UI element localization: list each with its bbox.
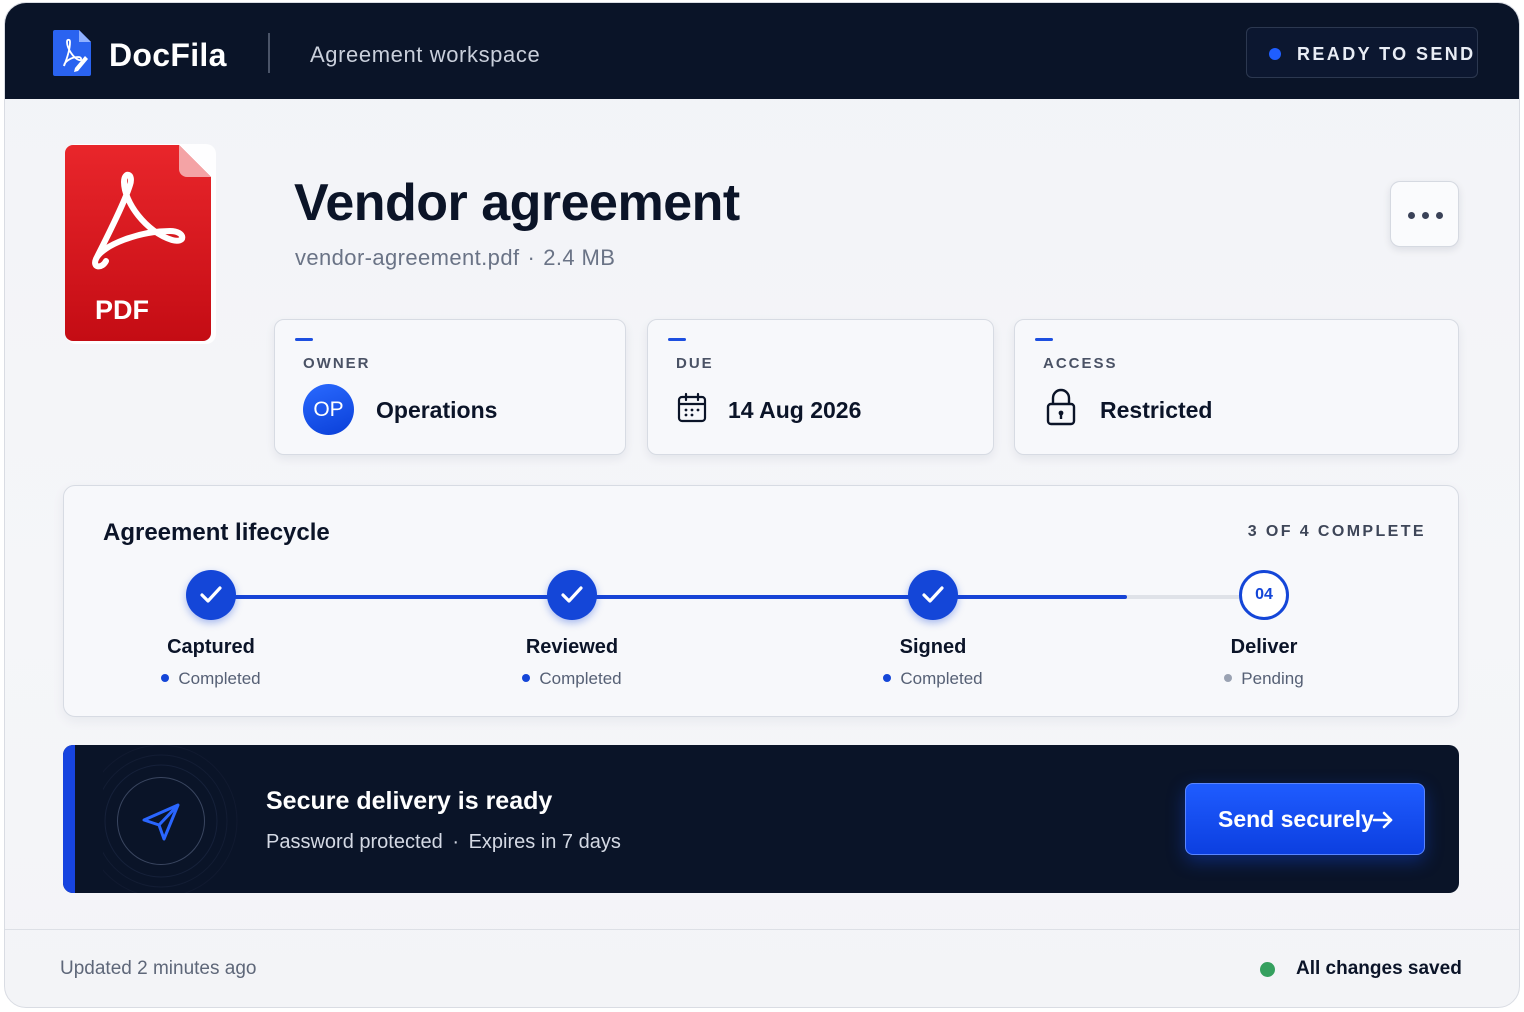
avatar: OP <box>303 384 354 435</box>
save-status-text: All changes saved <box>1296 958 1462 979</box>
agreement-lifecycle-panel: Agreement lifecycle 3 OF 4 COMPLETE Capt… <box>63 485 1459 717</box>
more-dot-icon <box>1436 212 1443 219</box>
access-value: Restricted <box>1100 397 1213 423</box>
state-dot-icon <box>161 674 170 682</box>
due-card: DUE 14 Aug 2026 <box>647 319 994 455</box>
send-icon-circle <box>117 777 205 865</box>
send-securely-button[interactable]: Send securely <box>1185 783 1425 855</box>
footer-divider <box>5 929 1519 930</box>
step-name: Reviewed <box>525 636 619 658</box>
workspace-title: Agreement workspace <box>310 42 541 67</box>
delivery-subtitle: Password protected · Expires in 7 days <box>266 831 621 854</box>
delivery-separator: · <box>452 831 459 853</box>
more-dot-icon <box>1422 212 1429 219</box>
owner-value: Operations <box>376 397 498 423</box>
step-complete-node <box>186 570 236 620</box>
step-captured[interactable]: Captured Completed <box>111 570 311 689</box>
banner-accent-edge <box>63 745 75 893</box>
step-deliver[interactable]: 04 Deliver Pending <box>1164 570 1364 689</box>
document-meta: vendor-agreement.pdf · 2.4 MB <box>295 245 615 271</box>
step-pending-node: 04 <box>1239 570 1289 620</box>
secure-delivery-banner: Secure delivery is ready Password protec… <box>63 745 1459 893</box>
step-state: Completed <box>833 669 1033 689</box>
step-state-text: Pending <box>1241 669 1304 688</box>
step-signed[interactable]: Signed Completed <box>833 570 1033 689</box>
arrow-right-icon <box>1372 811 1393 829</box>
more-options-button[interactable] <box>1390 181 1459 247</box>
pdf-badge-text: PDF <box>95 295 149 325</box>
send-icon <box>142 803 180 841</box>
calendar-icon <box>677 392 707 423</box>
status-badge: READY TO SEND <box>1246 27 1478 78</box>
step-complete-node <box>908 570 958 620</box>
docfila-logo-icon <box>53 30 91 76</box>
app-window: DocFila Agreement workspace READY TO SEN… <box>4 2 1520 1008</box>
document-size: 2.4 MB <box>543 245 616 270</box>
send-button-label: Send securely <box>1218 806 1374 832</box>
step-state: Pending <box>1164 669 1364 689</box>
step-name: Captured <box>167 636 255 658</box>
top-bar: DocFila Agreement workspace READY TO SEN… <box>5 3 1519 99</box>
lifecycle-progress: 3 OF 4 COMPLETE <box>1247 523 1426 540</box>
card-accent <box>1035 338 1053 341</box>
status-dot-icon <box>1269 48 1281 60</box>
due-value: 14 Aug 2026 <box>728 397 862 423</box>
state-dot-icon <box>883 674 892 682</box>
document-filename: vendor-agreement.pdf <box>295 245 520 270</box>
step-name: Signed <box>899 636 967 658</box>
saved-status-dot-icon <box>1260 962 1275 977</box>
check-icon <box>200 586 222 603</box>
access-card: ACCESS Restricted <box>1014 319 1459 455</box>
owner-label: OWNER <box>303 355 371 372</box>
owner-card: OWNER OP Operations <box>274 319 626 455</box>
delivery-expiry: Expires in 7 days <box>468 831 621 853</box>
header-divider <box>268 33 270 73</box>
step-state: Completed <box>111 669 311 689</box>
state-dot-icon <box>1224 674 1233 682</box>
card-accent <box>295 338 313 341</box>
step-reviewed[interactable]: Reviewed Completed <box>472 570 672 689</box>
pdf-file-icon: PDF <box>65 144 216 344</box>
card-accent <box>668 338 686 341</box>
step-complete-node <box>547 570 597 620</box>
step-state-text: Completed <box>178 669 261 688</box>
last-updated-text: Updated 2 minutes ago <box>60 958 257 979</box>
step-state-text: Completed <box>900 669 983 688</box>
step-state: Completed <box>472 669 672 689</box>
status-text: READY TO SEND <box>1297 44 1476 64</box>
app-name: DocFila <box>109 37 227 73</box>
step-state-text: Completed <box>539 669 622 688</box>
lock-icon <box>1046 388 1076 426</box>
delivery-protection: Password protected <box>266 831 443 853</box>
more-dot-icon <box>1408 212 1415 219</box>
check-icon <box>922 586 944 603</box>
state-dot-icon <box>522 674 531 682</box>
delivery-title: Secure delivery is ready <box>266 787 553 815</box>
access-label: ACCESS <box>1043 355 1118 372</box>
due-label: DUE <box>676 355 714 372</box>
lifecycle-title: Agreement lifecycle <box>103 519 330 546</box>
check-icon <box>561 586 583 603</box>
progress-track <box>210 595 1264 599</box>
document-title: Vendor agreement <box>294 174 740 232</box>
step-name: Deliver <box>1230 636 1298 658</box>
meta-separator: · <box>527 245 536 270</box>
